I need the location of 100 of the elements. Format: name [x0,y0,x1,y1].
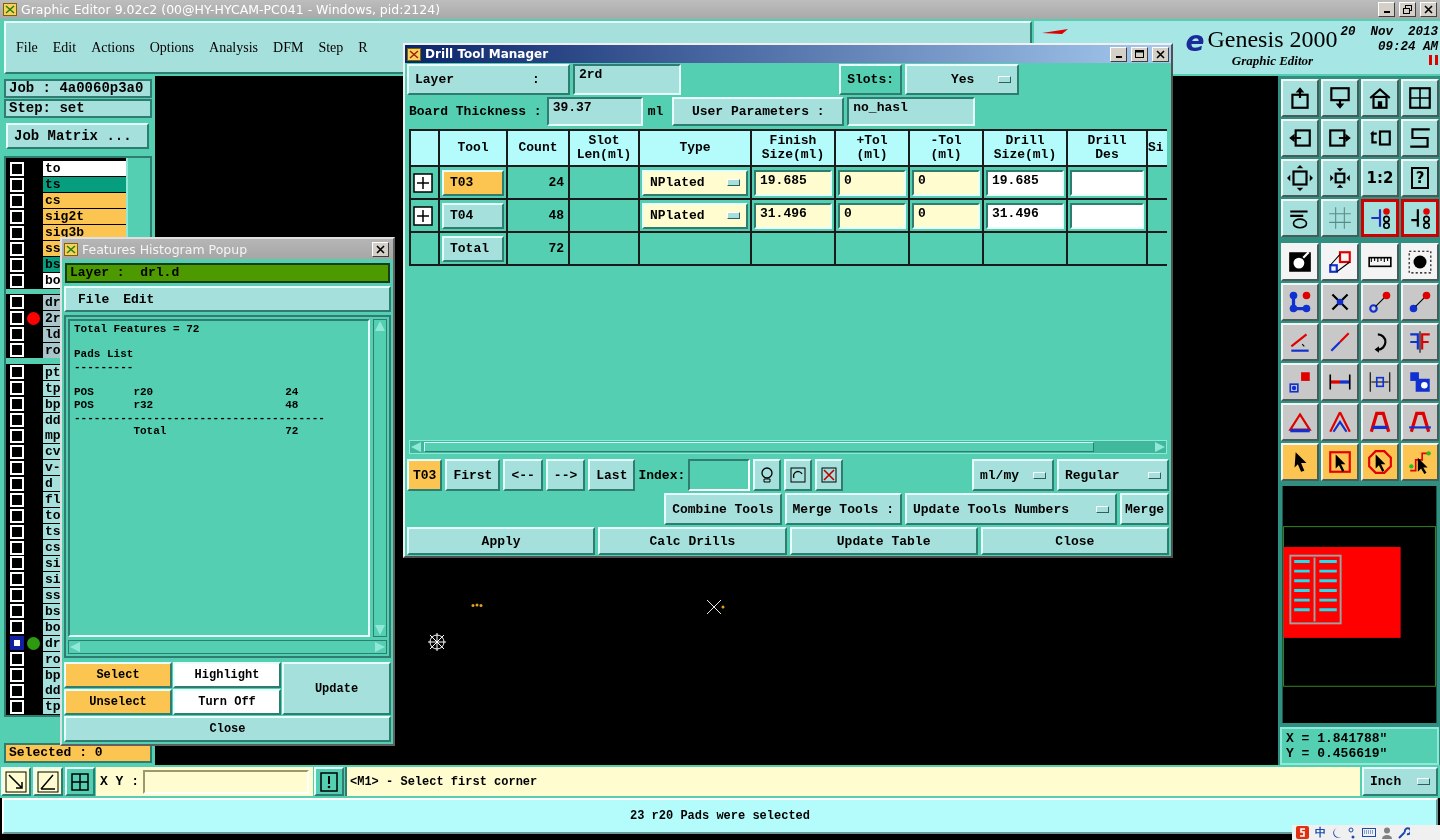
popup-button[interactable]: Highlight [173,662,281,688]
menu-item[interactable]: Options [149,39,195,56]
layer-name[interactable]: sig2t [43,209,126,225]
xy-input-field[interactable] [143,769,309,794]
grid-box-icon [70,771,90,792]
merge-mode-dropdown[interactable]: Update Tools Numbers [905,493,1117,525]
maximize-icon [1135,50,1144,58]
index-label: Index: [638,466,686,485]
close-button[interactable] [1420,2,1437,17]
plus-tolerance-field[interactable]: 0 [838,169,906,196]
user-parameters-button[interactable]: User Parameters : [672,97,845,126]
drill-size-field[interactable]: 19.685 [986,169,1064,196]
action-button[interactable]: Update Table [789,527,978,555]
grid-icon [1327,205,1353,231]
popup-button[interactable]: Select [64,662,172,688]
icon-button[interactable] [65,767,95,796]
ime-mode-text[interactable]: 中 [1315,826,1326,839]
previous-button[interactable]: <-- [503,459,543,491]
type-dropdown[interactable]: NPlated [642,169,748,196]
tool-button[interactable]: T04 [442,202,504,229]
finish-size-field[interactable]: 31.496 [754,202,832,229]
popup-button[interactable]: Close [64,716,391,742]
layer-name[interactable]: ts [43,177,126,193]
slots-dropdown[interactable]: Yes [905,64,1019,95]
tool-button[interactable] [1401,199,1439,237]
popup-button[interactable]: Unselect [64,689,172,715]
drill-size-field[interactable]: 31.496 [986,202,1064,229]
tool-button[interactable]: 1:2 [1361,159,1399,197]
menu-item[interactable]: Edit [52,39,77,56]
minus-tolerance-field[interactable]: 0 [912,169,980,196]
last-button[interactable]: Last [588,459,636,491]
menu-item[interactable]: File [78,291,110,307]
job-matrix-button[interactable]: Job Matrix ... [6,123,149,149]
field-label: Board Thickness : [408,103,543,121]
node-graph-icon [1287,289,1313,315]
thickness-field[interactable]: 39.37 [546,97,643,126]
merge-button[interactable]: Merge [1120,493,1169,525]
close-button[interactable] [372,241,389,257]
menu-item[interactable]: DFM [273,39,304,56]
icon-button[interactable] [314,767,344,796]
table-cell [1148,200,1167,231]
tool-button[interactable]: ? [1401,159,1439,197]
wrench-icon [1398,826,1410,839]
field-label: Layer : [407,64,570,95]
layer-bar: Layer : drl.d [65,263,390,283]
layer-field[interactable]: 2rd [573,64,681,95]
shapes-icon [1407,369,1433,395]
icon-button[interactable] [1,767,31,796]
action-button[interactable]: Calc Drills [598,527,787,555]
minus-tolerance-field[interactable]: 0 [912,202,980,229]
tool-button[interactable]: T03 [442,169,504,196]
punctuation-icon [1348,826,1356,839]
combine-tools-button[interactable]: Combine Tools [664,493,782,525]
keyboard-icon [1362,827,1376,838]
report-line: POS r20 24 [74,386,300,399]
popup-button[interactable]: Turn Off [173,689,281,715]
user-parameters-field[interactable]: no_hasl [847,97,976,126]
mode-dropdown[interactable]: Regular [1057,459,1169,491]
units-dropdown[interactable]: Inch [1362,767,1438,796]
close-button[interactable] [1152,46,1169,62]
next-button[interactable]: --> [545,459,586,491]
action-button[interactable]: Close [980,527,1169,555]
icon-button[interactable] [815,459,844,491]
minimize-button[interactable] [1110,46,1127,62]
layer-checkbox[interactable] [10,636,24,651]
restore-button[interactable] [1399,2,1416,17]
measure-icon [1367,369,1393,395]
menu-item[interactable]: Analysis [209,39,259,56]
drill-des-field[interactable] [1070,169,1144,196]
layer-name[interactable]: cs [43,193,126,209]
maximize-button[interactable] [1131,46,1148,62]
menu-item[interactable]: Step [318,39,344,56]
column-header: Finish Size(ml) [752,131,834,165]
x-coordinate: X = 1.841788" [1286,731,1389,746]
minimize-button[interactable] [1378,2,1395,17]
index-field[interactable] [688,459,751,491]
count-cell-text: 24 [548,175,565,190]
icon-button[interactable] [33,767,63,796]
move-square-icon [1287,369,1313,395]
menu-item[interactable]: R [358,39,368,56]
table-cell [570,167,638,198]
type-dropdown[interactable]: NPlated [642,202,748,229]
column-header: Type [640,131,750,165]
menu-item[interactable]: File [16,39,38,56]
first-button[interactable]: First [445,459,501,491]
logo-text: e [1185,25,1205,59]
units-dropdown[interactable]: ml/my [972,459,1054,491]
column-header: Count [508,131,568,165]
menu-item[interactable]: Edit [123,291,155,307]
layer-name[interactable]: to [43,161,126,177]
icon-button[interactable] [753,459,782,491]
delete-icon [821,466,838,484]
app-icon [64,242,78,256]
tool-button[interactable] [1361,199,1399,237]
action-button[interactable]: Apply [407,527,596,555]
menu-item[interactable]: Actions [91,39,135,56]
finish-size-field[interactable]: 19.685 [754,169,832,196]
plus-tolerance-field[interactable]: 0 [838,202,906,229]
drill-des-field[interactable] [1070,202,1144,229]
popup-button[interactable]: Update [282,662,391,715]
